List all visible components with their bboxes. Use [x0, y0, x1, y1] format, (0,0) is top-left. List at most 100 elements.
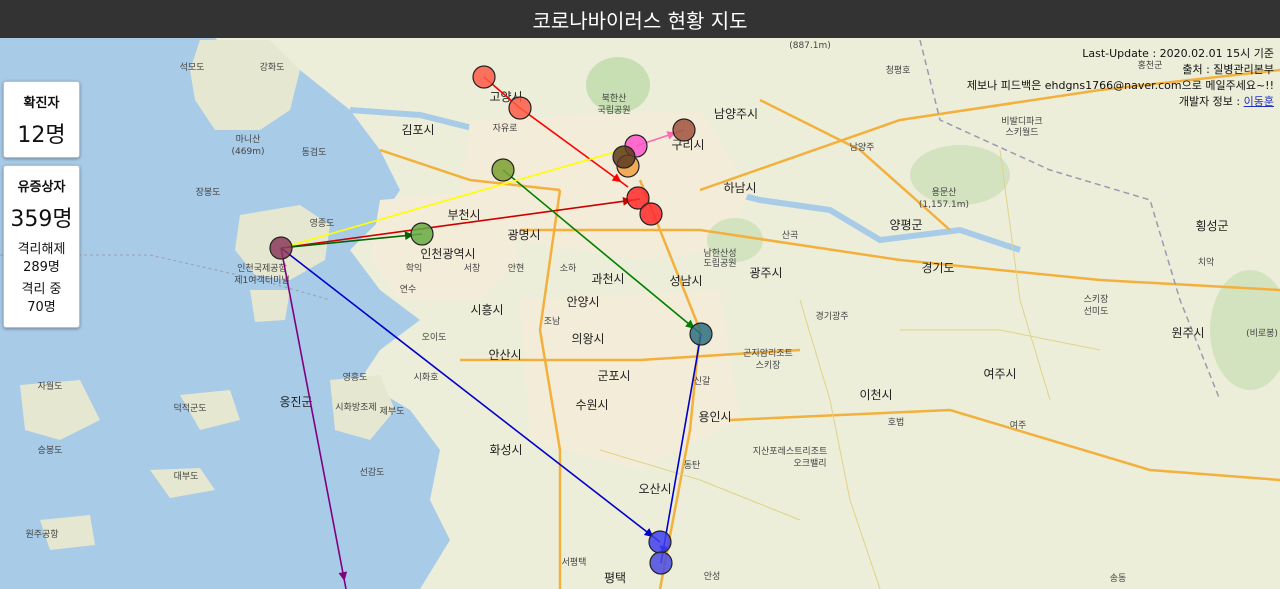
place-label: 승봉도: [38, 445, 63, 456]
place-label: 동검도: [302, 146, 327, 158]
page-title: 코로나바이러스 현황 지도: [532, 8, 748, 33]
station-label: 남양주: [850, 142, 875, 153]
station-label: 동탄: [684, 460, 701, 471]
place-label: 오크밸리: [793, 458, 826, 469]
place-label: 마니산: [236, 134, 261, 145]
station-label: 서창: [464, 263, 481, 274]
place-label: 용문산: [932, 187, 957, 198]
case-marker[interactable]: [689, 322, 713, 346]
case-marker[interactable]: [472, 65, 496, 89]
city-label: 안산시: [488, 348, 521, 362]
case-marker[interactable]: [269, 236, 293, 260]
place-label: (1,157.1m): [919, 200, 969, 210]
case-marker[interactable]: [648, 530, 672, 554]
isolated-count: 70명: [27, 300, 56, 315]
city-label: 하남시: [723, 181, 756, 195]
station-label: 시화호: [414, 372, 439, 383]
case-marker[interactable]: [649, 551, 673, 575]
city-label: 이천시: [859, 387, 892, 402]
place-label: 북한산: [602, 93, 627, 104]
place-label: 도립공원: [703, 258, 736, 269]
place-label: 비발디파크: [1001, 116, 1042, 127]
city-label: 여주시: [983, 367, 1016, 381]
place-label: 대부도: [174, 471, 199, 482]
place-label: 덕적군도: [173, 402, 206, 414]
city-label: 성남시: [669, 274, 702, 288]
place-label: 인천국제공항: [237, 263, 287, 274]
station-label: 호법: [888, 417, 905, 428]
place-label: 자월도: [38, 380, 63, 392]
place-label: 장봉도: [196, 187, 221, 198]
station-label: 신갈: [694, 376, 711, 387]
station-label: 조남: [544, 316, 561, 327]
city-label: 화성시: [489, 443, 522, 457]
island-seonjae: [250, 290, 290, 322]
place-label: 스키월드: [1005, 126, 1038, 138]
map-svg[interactable]: 김포시고양시구리시남양주시하남시부천시광명시인천광역시과천시 성남시광주시양평군경…: [0, 38, 1280, 589]
place-label: 제부도: [380, 406, 405, 417]
station-label: 경기광주: [815, 310, 848, 322]
app-header: 코로나바이러스 현황 지도: [0, 0, 1280, 38]
place-label: 강화도: [260, 62, 285, 73]
city-label: 평택: [604, 571, 626, 585]
place-label: (비로봉): [1246, 328, 1278, 339]
city-label: 양평군: [889, 218, 922, 232]
station-label: 학익: [406, 262, 423, 274]
station-label: 오이도: [422, 332, 447, 343]
isolated-label: 격리 중: [21, 282, 62, 297]
developer-link[interactable]: 이동훈: [1244, 95, 1274, 108]
place-label: (469m): [232, 147, 265, 157]
case-marker[interactable]: [508, 96, 532, 120]
case-marker[interactable]: [410, 222, 434, 246]
station-label: 자유로: [493, 123, 518, 134]
case-marker[interactable]: [672, 118, 696, 142]
place-label: 스키장: [756, 360, 781, 371]
place-label: 청평호: [886, 65, 911, 76]
case-marker[interactable]: [639, 202, 663, 226]
station-label: 안현: [508, 263, 525, 274]
place-label: 스키장: [1084, 294, 1109, 305]
forest-bukhan: [586, 57, 650, 113]
developer-info: 개발자 정보 : 이동훈: [1178, 95, 1274, 108]
city-label: 옹진군: [279, 395, 312, 409]
city-label: 오산시: [638, 482, 671, 496]
place-label: 석모도: [180, 62, 205, 73]
map-canvas[interactable]: 김포시 고양시 구리시 남양주시 하남시 부천시 광명시 인천광역시 과천시 성남시 광주시 양평군 경…: [0, 38, 1280, 589]
place-label: 치악: [1198, 256, 1215, 268]
confirmed-title: 확진자: [23, 96, 60, 111]
station-label: 서평택: [562, 557, 587, 568]
confirmed-card: 확진자 12명: [3, 81, 80, 158]
city-label: 경기도: [921, 261, 954, 275]
place-label: 지산포레스트리조트: [753, 446, 828, 457]
city-label: 원주시: [1171, 326, 1204, 340]
case-marker[interactable]: [612, 145, 636, 169]
city-label: 남양주시: [714, 107, 758, 121]
station-label: 소하: [560, 263, 577, 274]
city-label: 수원시: [575, 398, 608, 412]
city-label: 안양시: [566, 295, 599, 309]
station-label: 연수: [400, 284, 417, 295]
city-label: 김포시: [401, 123, 434, 137]
place-label: 시화방조제: [335, 402, 376, 413]
city-label: 인천광역시: [420, 246, 475, 261]
station-label: 여주: [1010, 419, 1027, 431]
symptom-card: 유증상자 359명 격리해제 289명 격리 중 70명: [3, 165, 80, 328]
case-marker[interactable]: [491, 158, 515, 182]
city-label: 과천시: [591, 271, 624, 286]
city-label: 횡성군: [1195, 219, 1228, 233]
station-label: 산곡: [782, 230, 799, 241]
place-label: 곤지암리조트: [743, 347, 793, 359]
confirmed-count: 12명: [17, 123, 66, 148]
place-label: 제1여객터미널: [234, 274, 289, 286]
place-label: (887.1m): [789, 41, 831, 51]
last-update: Last-Update : 2020.02.01 15시 기준: [1082, 47, 1274, 60]
place-label: 남한산성: [703, 248, 736, 259]
contact-note: 제보나 피드백은 ehdgns1766@naver.com으로 메일주세요~!!: [966, 79, 1274, 92]
place-label: 선감도: [360, 466, 385, 478]
station-label: 송동: [1110, 573, 1127, 584]
city-label: 광주시: [749, 266, 782, 280]
released-count: 289명: [23, 260, 60, 275]
place-label: 선미도: [1084, 306, 1109, 317]
symptom-count: 359명: [10, 207, 73, 232]
released-label: 격리해제: [17, 242, 66, 257]
